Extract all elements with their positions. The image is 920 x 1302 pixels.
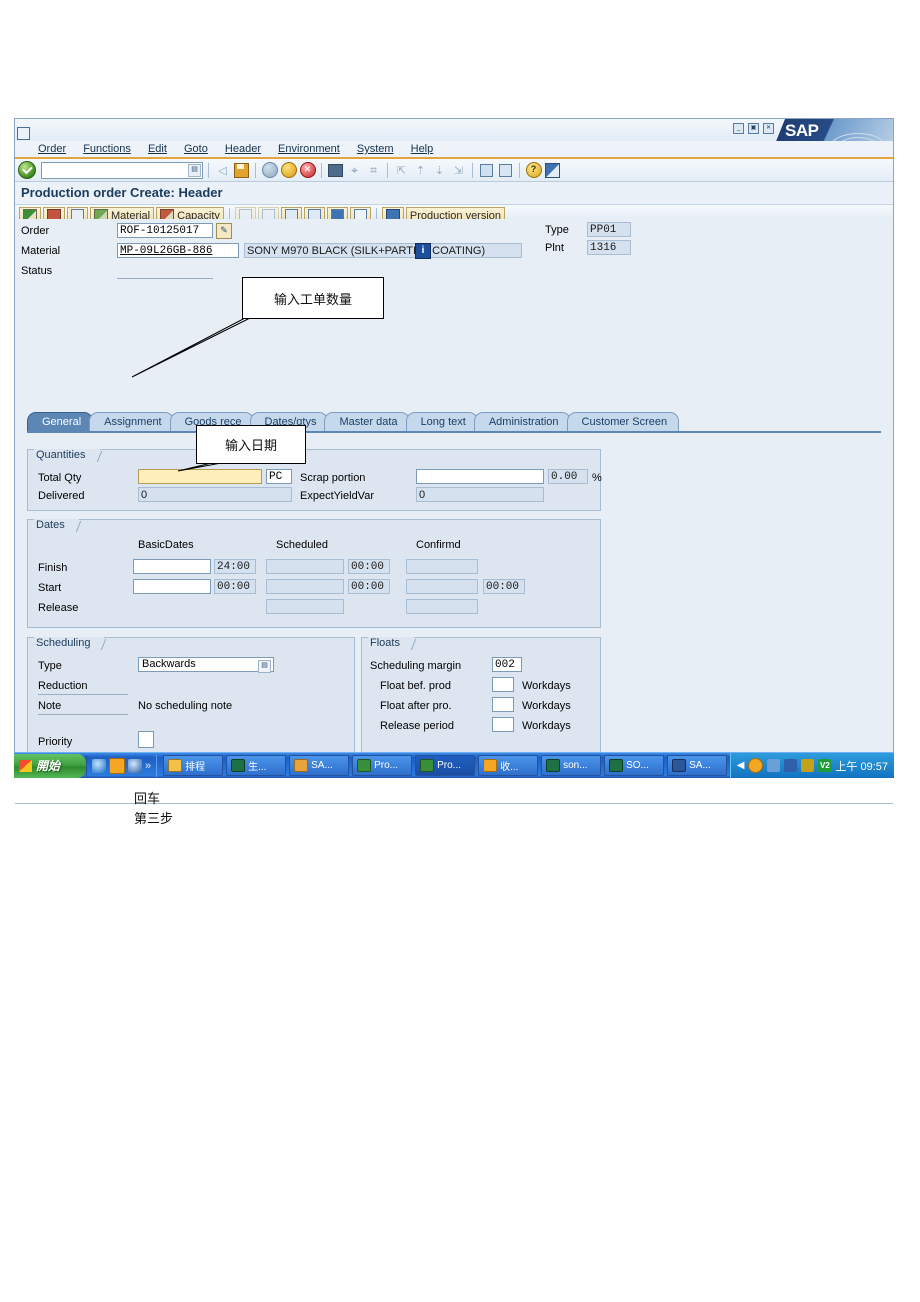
date-callout: 输入日期 <box>196 425 306 464</box>
date-callout-text: 输入日期 <box>224 439 277 454</box>
qty-callout-text: 输入工单数量 <box>273 292 352 308</box>
callout-leader-lines <box>131 315 255 472</box>
qty-callout: 输入工单数量 <box>242 277 384 319</box>
screenshot-root: _ ▣ ✕ SAP Order Functions Edit Goto Head… <box>0 0 920 1302</box>
